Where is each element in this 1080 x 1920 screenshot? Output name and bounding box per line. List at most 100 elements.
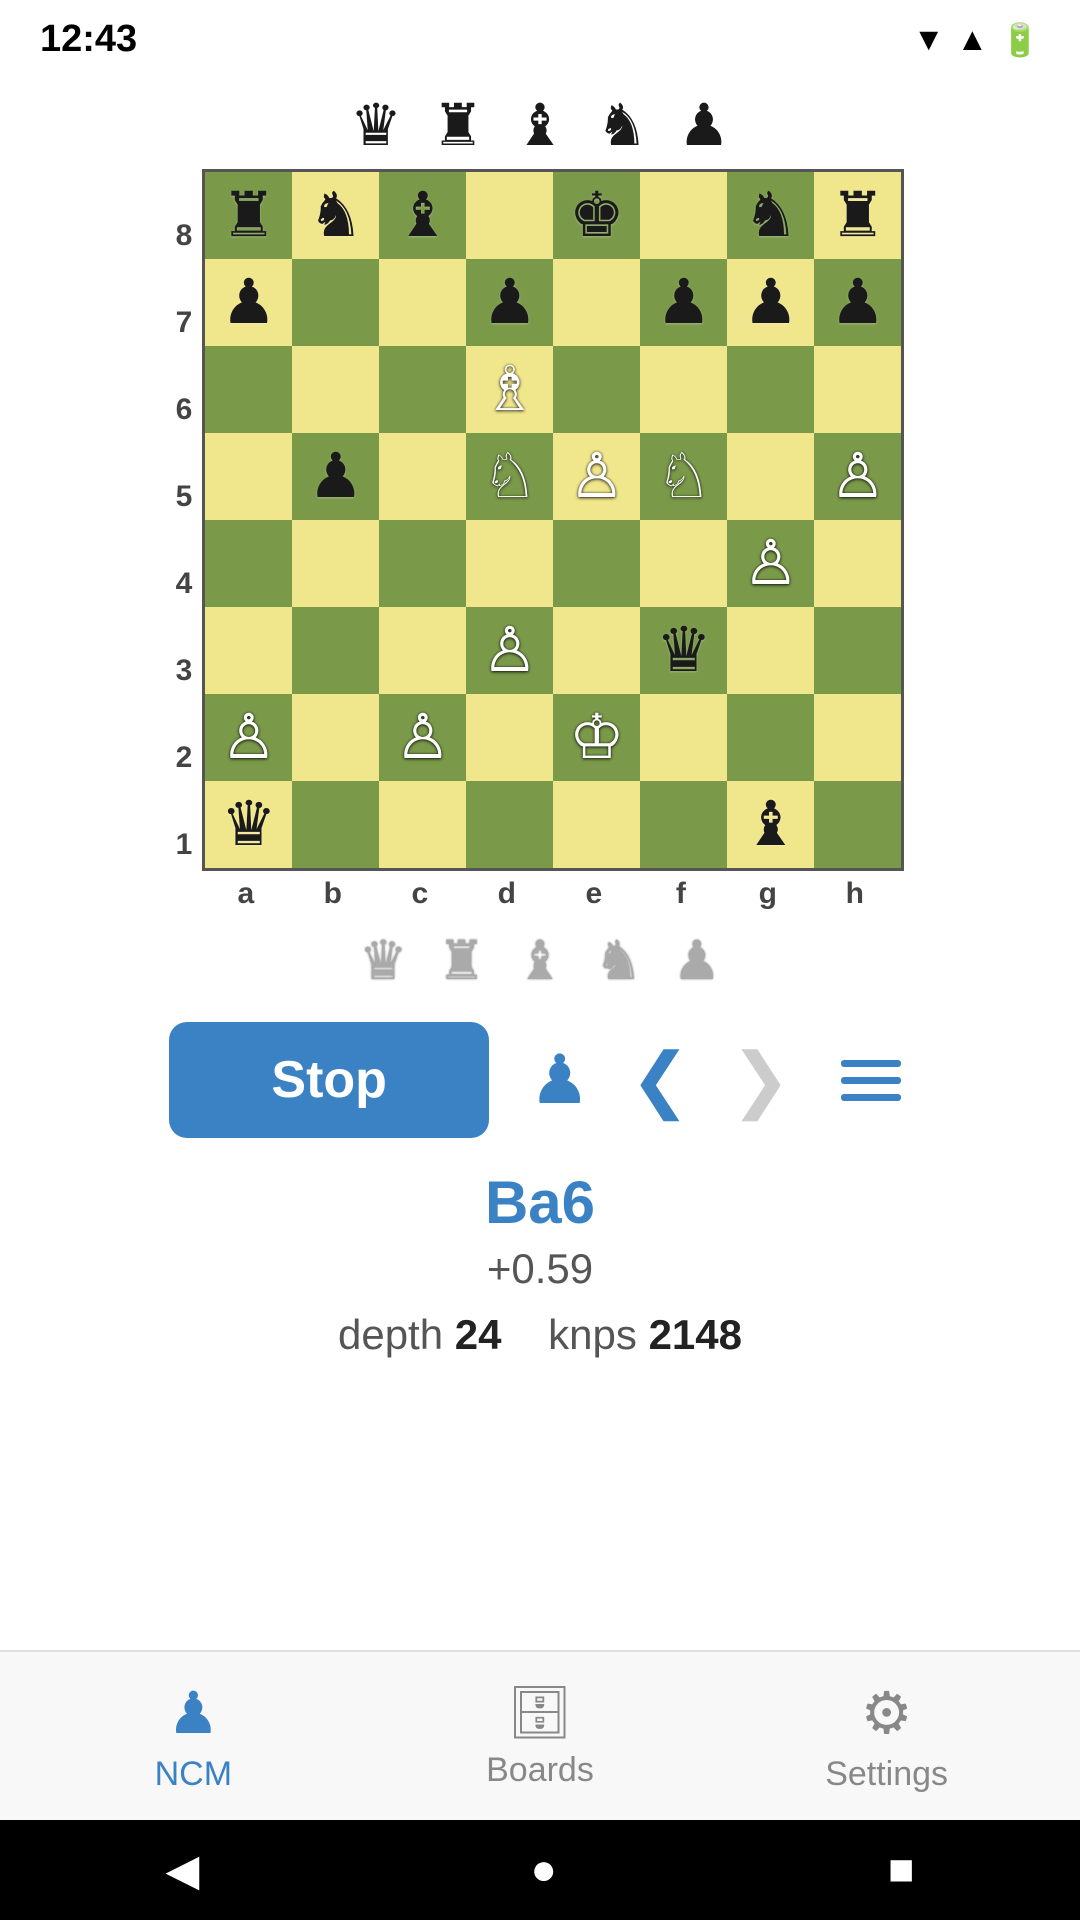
ncm-label: NCM bbox=[155, 1755, 232, 1794]
captured-rook-white: ♜ bbox=[437, 929, 485, 992]
cell-a3[interactable] bbox=[205, 607, 292, 694]
cell-a7[interactable]: ♟ bbox=[205, 259, 292, 346]
rank-labels: 8 7 6 5 4 3 2 1 bbox=[176, 192, 193, 888]
depth-label: depth bbox=[338, 1311, 443, 1358]
bottom-nav: ♟ NCM 🗄 Boards ⚙ Settings bbox=[0, 1650, 1080, 1820]
chess-board[interactable]: ♜♞♝♚♞♜♟♟♟♟♟♗♟♘♙♘♙♙♙♛♙♙♔♛♝ bbox=[202, 169, 904, 871]
captured-pawn-black: ♟ bbox=[678, 91, 730, 159]
recents-button[interactable]: ■ bbox=[888, 1845, 915, 1895]
cell-c2[interactable]: ♙ bbox=[379, 694, 466, 781]
captured-knight-black: ♞ bbox=[596, 91, 648, 159]
cell-d6[interactable]: ♗ bbox=[466, 346, 553, 433]
cell-e2[interactable]: ♔ bbox=[553, 694, 640, 781]
back-button[interactable]: ◀ bbox=[166, 1845, 200, 1896]
status-time: 12:43 bbox=[40, 18, 137, 61]
cell-c4[interactable] bbox=[379, 520, 466, 607]
cell-c1[interactable] bbox=[379, 781, 466, 868]
captured-bishop-black: ♝ bbox=[514, 91, 566, 159]
next-button[interactable]: ❯ bbox=[730, 1044, 790, 1116]
cell-g2[interactable] bbox=[727, 694, 814, 781]
cell-b1[interactable] bbox=[292, 781, 379, 868]
cell-h3[interactable] bbox=[814, 607, 901, 694]
cell-e8[interactable]: ♚ bbox=[553, 172, 640, 259]
cell-b7[interactable] bbox=[292, 259, 379, 346]
cell-g6[interactable] bbox=[727, 346, 814, 433]
cell-a8[interactable]: ♜ bbox=[205, 172, 292, 259]
cell-f7[interactable]: ♟ bbox=[640, 259, 727, 346]
cell-d2[interactable] bbox=[466, 694, 553, 781]
menu-button[interactable] bbox=[831, 1050, 911, 1111]
cell-c3[interactable] bbox=[379, 607, 466, 694]
cell-g8[interactable]: ♞ bbox=[727, 172, 814, 259]
cell-b2[interactable] bbox=[292, 694, 379, 781]
home-button[interactable]: ● bbox=[530, 1845, 557, 1895]
cell-g4[interactable]: ♙ bbox=[727, 520, 814, 607]
nav-item-boards[interactable]: 🗄 Boards bbox=[440, 1682, 640, 1790]
cell-g1[interactable]: ♝ bbox=[727, 781, 814, 868]
depth-value: 24 bbox=[455, 1311, 502, 1358]
captured-knight-white: ♞ bbox=[594, 929, 642, 992]
cell-g5[interactable] bbox=[727, 433, 814, 520]
move-eval: +0.59 bbox=[487, 1245, 593, 1293]
cell-a6[interactable] bbox=[205, 346, 292, 433]
cell-d5[interactable]: ♘ bbox=[466, 433, 553, 520]
cell-d3[interactable]: ♙ bbox=[466, 607, 553, 694]
move-notation: Ba6 bbox=[485, 1168, 595, 1237]
cell-f8[interactable] bbox=[640, 172, 727, 259]
cell-e4[interactable] bbox=[553, 520, 640, 607]
boards-label: Boards bbox=[486, 1751, 594, 1790]
captured-pawn-white: ♟ bbox=[673, 929, 721, 992]
controls-row: Stop ♟ ❮ ❯ bbox=[0, 1002, 1080, 1158]
cell-c7[interactable] bbox=[379, 259, 466, 346]
cell-h6[interactable] bbox=[814, 346, 901, 433]
cell-b8[interactable]: ♞ bbox=[292, 172, 379, 259]
cell-g3[interactable] bbox=[727, 607, 814, 694]
cell-h4[interactable] bbox=[814, 520, 901, 607]
move-info: Ba6 +0.59 depth 24 knps 2148 bbox=[338, 1158, 742, 1369]
settings-label: Settings bbox=[825, 1755, 948, 1794]
cell-h1[interactable] bbox=[814, 781, 901, 868]
cell-c8[interactable]: ♝ bbox=[379, 172, 466, 259]
cell-g7[interactable]: ♟ bbox=[727, 259, 814, 346]
prev-button[interactable]: ❮ bbox=[630, 1044, 690, 1116]
cell-f3[interactable]: ♛ bbox=[640, 607, 727, 694]
cell-e6[interactable] bbox=[553, 346, 640, 433]
cell-f6[interactable] bbox=[640, 346, 727, 433]
cell-f1[interactable] bbox=[640, 781, 727, 868]
cell-e5[interactable]: ♙ bbox=[553, 433, 640, 520]
cell-e7[interactable] bbox=[553, 259, 640, 346]
cell-d1[interactable] bbox=[466, 781, 553, 868]
cell-b4[interactable] bbox=[292, 520, 379, 607]
cell-f2[interactable] bbox=[640, 694, 727, 781]
cell-h8[interactable]: ♜ bbox=[814, 172, 901, 259]
captured-pieces-bottom: ♛ ♜ ♝ ♞ ♟ bbox=[359, 911, 721, 1002]
cell-d7[interactable]: ♟ bbox=[466, 259, 553, 346]
cell-b6[interactable] bbox=[292, 346, 379, 433]
cell-b3[interactable] bbox=[292, 607, 379, 694]
captured-queen-white: ♛ bbox=[359, 929, 407, 992]
cell-f5[interactable]: ♘ bbox=[640, 433, 727, 520]
captured-bishop-white: ♝ bbox=[516, 929, 564, 992]
cell-e1[interactable] bbox=[553, 781, 640, 868]
knps-value: 2148 bbox=[649, 1311, 742, 1358]
nav-item-settings[interactable]: ⚙ Settings bbox=[787, 1679, 987, 1794]
cell-b5[interactable]: ♟ bbox=[292, 433, 379, 520]
nav-item-ncm[interactable]: ♟ NCM bbox=[93, 1679, 293, 1794]
signal-icon: ▲ bbox=[956, 21, 988, 58]
cell-a4[interactable] bbox=[205, 520, 292, 607]
cell-e3[interactable] bbox=[553, 607, 640, 694]
cell-a2[interactable]: ♙ bbox=[205, 694, 292, 781]
stop-button[interactable]: Stop bbox=[169, 1022, 489, 1138]
cell-a5[interactable] bbox=[205, 433, 292, 520]
cell-h7[interactable]: ♟ bbox=[814, 259, 901, 346]
board-wrapper: 8 7 6 5 4 3 2 1 ♜♞♝♚♞♜♟♟♟♟♟♗♟♘♙♘♙♙♙♛♙♙♔♛… bbox=[136, 169, 945, 911]
cell-c6[interactable] bbox=[379, 346, 466, 433]
cell-d4[interactable] bbox=[466, 520, 553, 607]
cell-f4[interactable] bbox=[640, 520, 727, 607]
cell-a1[interactable]: ♛ bbox=[205, 781, 292, 868]
cell-d8[interactable] bbox=[466, 172, 553, 259]
cell-h2[interactable] bbox=[814, 694, 901, 781]
cell-c5[interactable] bbox=[379, 433, 466, 520]
cell-h5[interactable]: ♙ bbox=[814, 433, 901, 520]
main-content: ♛ ♜ ♝ ♞ ♟ 8 7 6 5 4 3 2 1 ♜♞♝♚♞♜♟♟♟♟♟♗♟♘… bbox=[0, 71, 1080, 1650]
